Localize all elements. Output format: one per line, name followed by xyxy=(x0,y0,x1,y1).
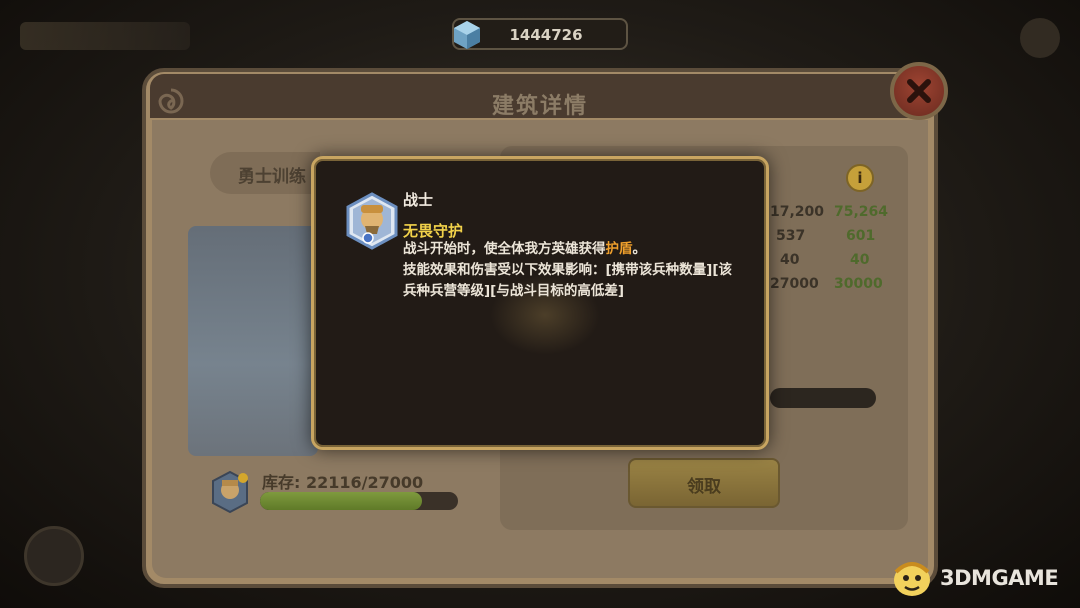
watermark-text: 3DMGAME xyxy=(940,566,1059,590)
close-icon xyxy=(907,79,931,103)
warrior-unit-icon xyxy=(212,470,248,514)
skill-description: 战斗开始时，使全体我方英雄获得护盾。 技能效果和伤害受以下效果影响：[携带该兵种… xyxy=(403,239,743,302)
stat-value: 17,200 xyxy=(770,204,825,220)
mascot-logo-icon xyxy=(894,562,930,596)
stat-value: 40 xyxy=(780,252,800,268)
progress-bar-dark xyxy=(770,388,876,408)
unit-name: 战士 xyxy=(403,191,434,209)
claim-button[interactable]: 领取 xyxy=(628,458,780,508)
keyword-shield: 护盾 xyxy=(605,241,633,257)
skill-name: 无畏守护 xyxy=(403,222,464,240)
stat-value: 30000 xyxy=(834,276,883,292)
watermark: 3DMGAME xyxy=(884,556,1074,602)
tab-warrior-training[interactable]: 勇士训练 xyxy=(210,152,320,194)
stat-value: 75,264 xyxy=(834,204,889,220)
stock-progress-fill xyxy=(260,492,423,510)
dialog-title: 建筑详情 xyxy=(491,94,588,119)
stock-progress-bar xyxy=(260,492,458,510)
settings-icon[interactable] xyxy=(1020,18,1060,58)
stat-value: 40 xyxy=(850,252,870,268)
stock-label: 库存: 22116/27000 xyxy=(262,473,424,492)
player-name-blurred xyxy=(20,22,190,50)
building-hero-image xyxy=(188,226,318,456)
stat-value: 601 xyxy=(846,228,876,244)
dialog-header: 建筑详情 xyxy=(150,74,930,119)
tab-label: 勇士训练 xyxy=(238,167,306,187)
chat-button[interactable] xyxy=(24,526,84,586)
close-button[interactable] xyxy=(890,62,948,120)
currency-value: 1444726 xyxy=(509,26,583,44)
info-icon[interactable]: i xyxy=(846,164,874,192)
warrior-unit-icon xyxy=(346,192,398,250)
stat-value: 27000 xyxy=(770,276,819,292)
skill-desc-line2: 技能效果和伤害受以下效果影响：[携带该兵种数量][该兵种兵营等级][与战斗目标的… xyxy=(403,262,733,299)
skill-desc-line1: 战斗开始时，使全体我方英雄获得护盾。 xyxy=(403,241,646,257)
skill-tooltip: 战士 无畏守护 战斗开始时，使全体我方英雄获得护盾。 技能效果和伤害受以下效果影… xyxy=(311,156,769,450)
claim-label: 领取 xyxy=(687,477,721,497)
stat-value: 537 xyxy=(776,228,806,244)
currency-bar: 1444726 xyxy=(452,18,628,50)
